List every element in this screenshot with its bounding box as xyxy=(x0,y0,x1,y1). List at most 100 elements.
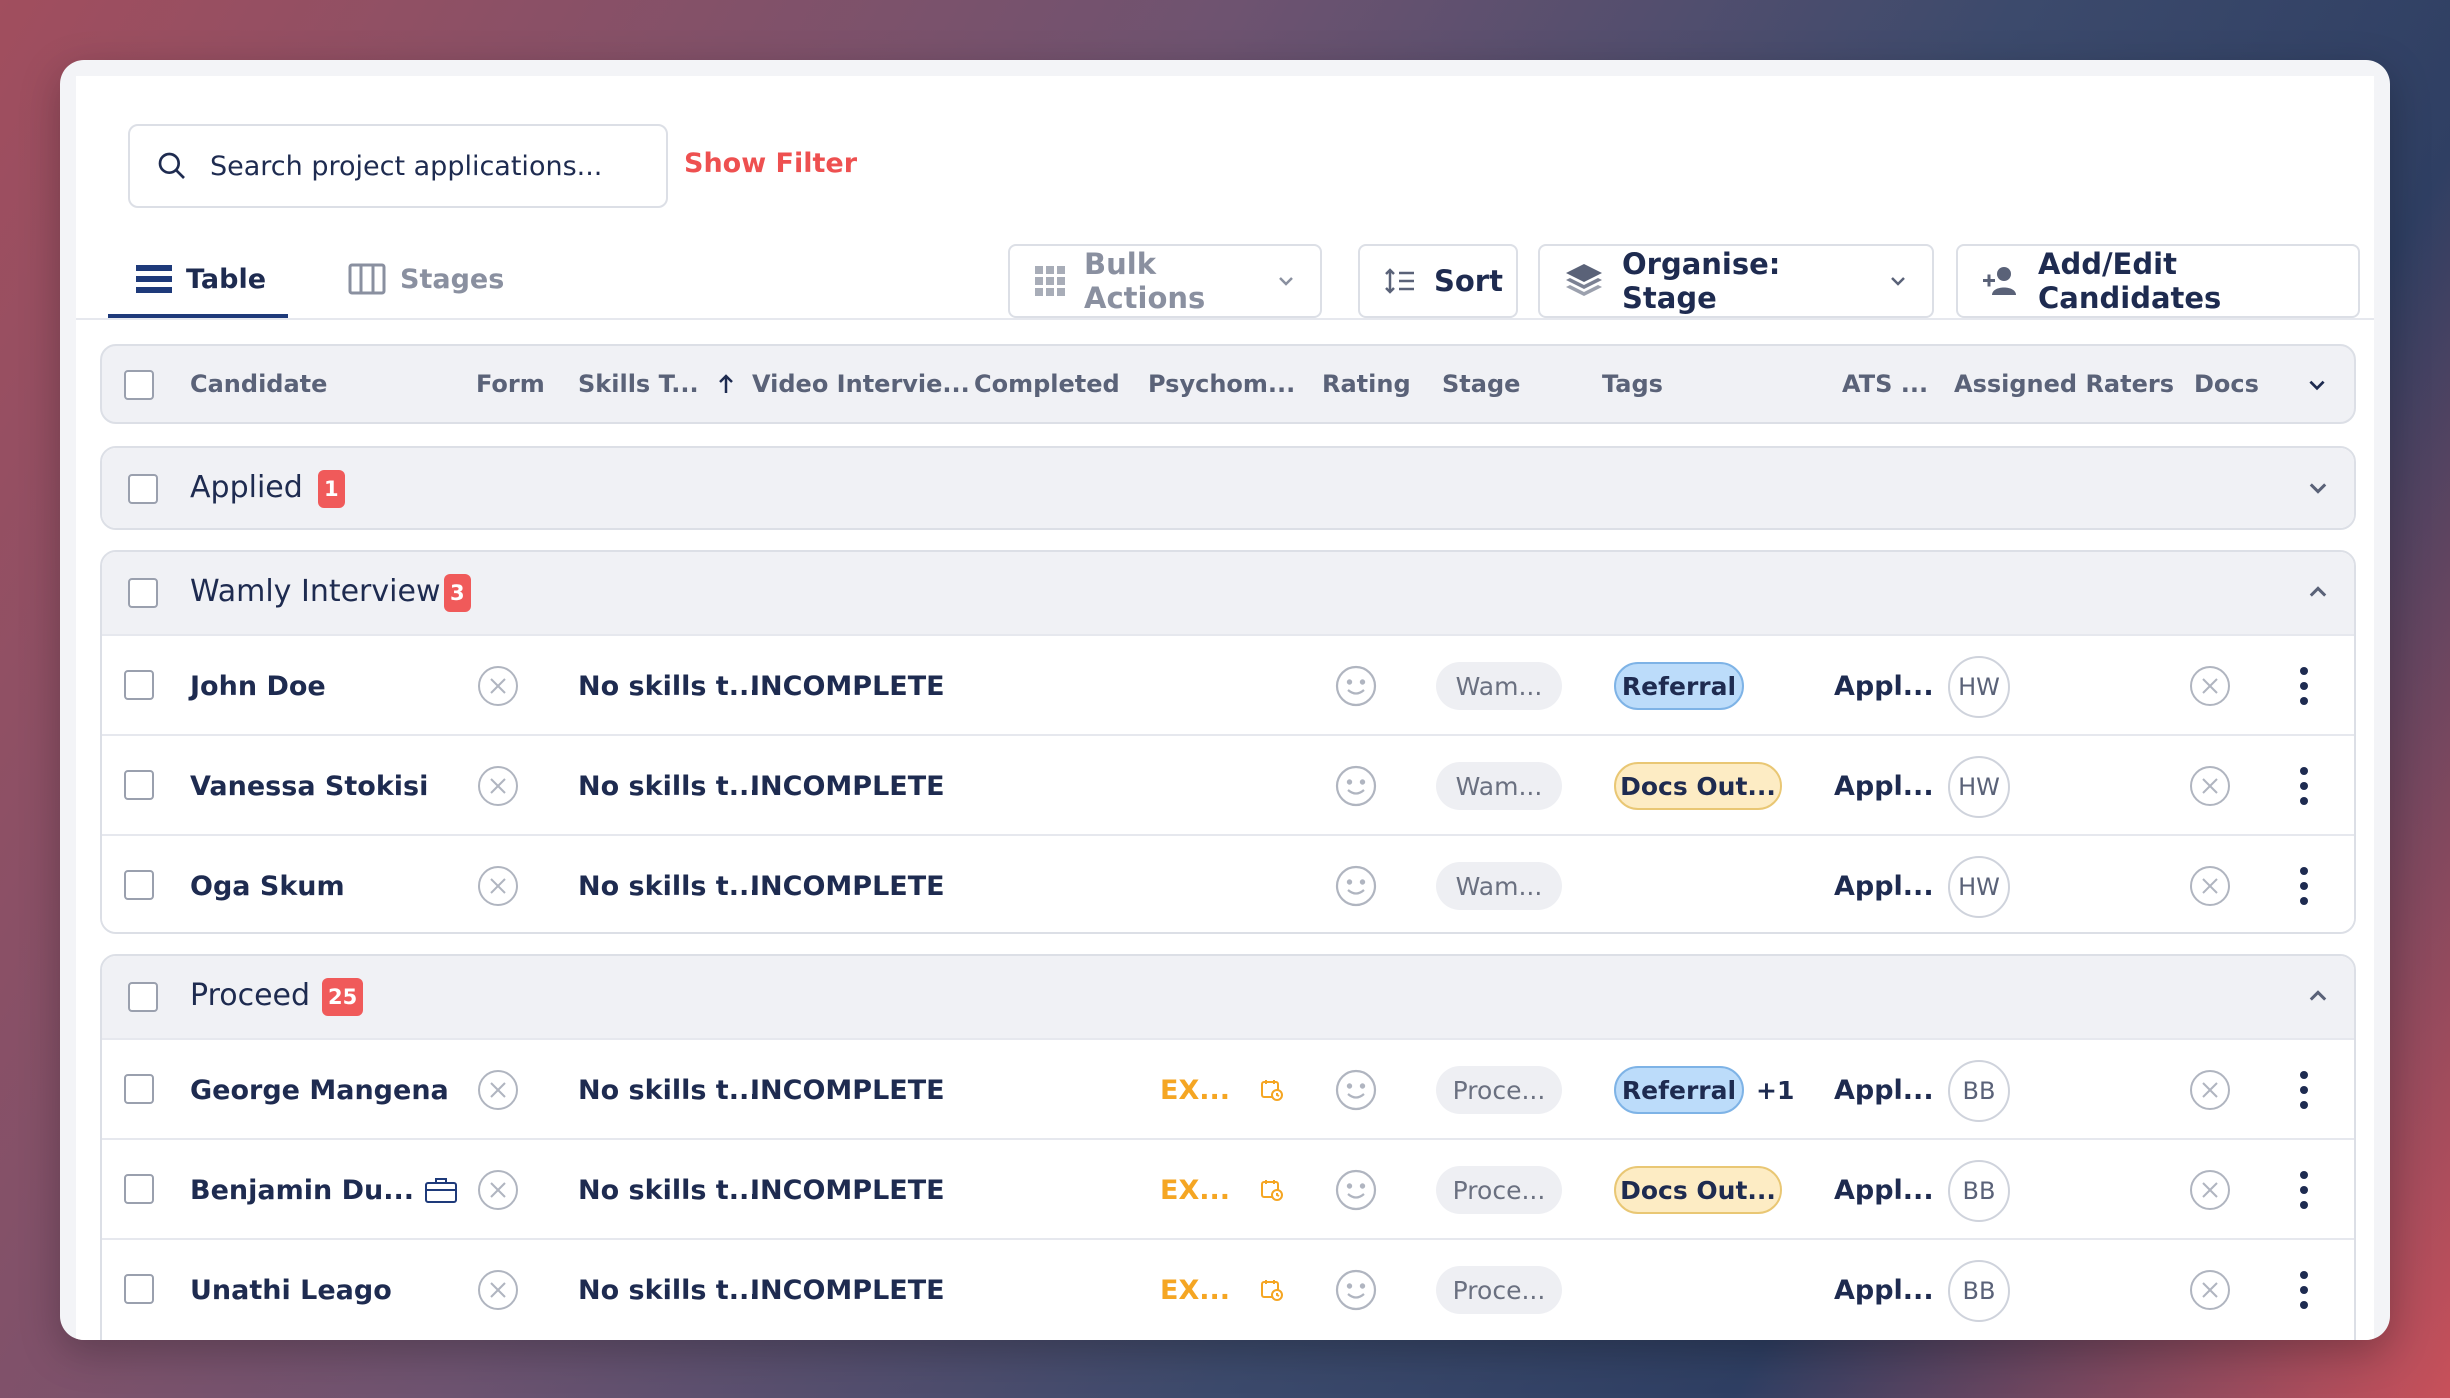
col-skills[interactable]: Skills T... xyxy=(578,346,735,422)
organise-stage-dropdown[interactable]: Organise: Stage xyxy=(1538,244,1934,318)
select-all-checkbox[interactable] xyxy=(124,370,154,400)
candidate-name[interactable]: Unathi Leago xyxy=(190,1240,392,1340)
tag-pill[interactable]: Referral xyxy=(1614,662,1744,710)
col-stage[interactable]: Stage xyxy=(1442,346,1520,422)
col-video[interactable]: Video Intervie... xyxy=(752,346,970,422)
ats-value: Appl... xyxy=(1834,670,1934,702)
rater-avatar[interactable]: BB xyxy=(1948,1060,2010,1122)
grid-icon xyxy=(1035,266,1065,296)
group-checkbox[interactable] xyxy=(128,982,158,1012)
tag-pill[interactable]: Docs Out... xyxy=(1614,762,1782,810)
chevron-down-icon xyxy=(1891,277,1905,286)
tag-pill[interactable]: Referral xyxy=(1614,1066,1744,1114)
row-checkbox[interactable] xyxy=(124,1274,154,1304)
skills-test-value: No skills t... xyxy=(578,1174,760,1206)
video-interview-status: INCOMPLETE xyxy=(750,870,945,902)
chevron-down-icon[interactable] xyxy=(2306,476,2330,500)
stage-pill[interactable]: Proce... xyxy=(1436,1166,1562,1214)
candidate-name[interactable]: John Doe xyxy=(190,636,326,736)
rater-avatar[interactable]: BB xyxy=(1948,1160,2010,1222)
table-row[interactable]: Vanessa Stokisi No skills t... INCOMPLET… xyxy=(102,734,2354,834)
rater-avatar[interactable]: BB xyxy=(1948,1260,2010,1322)
table-row[interactable]: Oga Skum No skills t... INCOMPLETE Wam..… xyxy=(102,834,2354,932)
search-box[interactable] xyxy=(128,124,668,208)
more-vertical-icon[interactable] xyxy=(2298,666,2310,706)
x-circle-icon xyxy=(2190,766,2230,806)
search-input[interactable] xyxy=(210,150,610,182)
group-checkbox[interactable] xyxy=(128,474,158,504)
smiley-icon[interactable] xyxy=(1334,764,1378,808)
stage-pill[interactable]: Proce... xyxy=(1436,1266,1562,1314)
tag-pill[interactable]: Docs Out... xyxy=(1614,1166,1782,1214)
skills-test-value: No skills t... xyxy=(578,770,760,802)
calendar-clock-icon[interactable] xyxy=(1260,1178,1284,1202)
more-vertical-icon[interactable] xyxy=(2298,1070,2310,1110)
group-header[interactable]: Proceed 25 xyxy=(102,956,2354,1038)
smiley-icon[interactable] xyxy=(1334,1068,1378,1112)
calendar-clock-icon[interactable] xyxy=(1260,1078,1284,1102)
col-form[interactable]: Form xyxy=(476,346,545,422)
stage-pill[interactable]: Wam... xyxy=(1436,662,1562,710)
count-badge: 3 xyxy=(444,574,471,612)
list-icon xyxy=(136,265,172,293)
col-candidate[interactable]: Candidate xyxy=(190,346,327,422)
candidate-name[interactable]: Benjamin Du... xyxy=(190,1140,414,1240)
col-psychom[interactable]: Psychom... xyxy=(1148,346,1295,422)
group-header[interactable]: Applied 1 xyxy=(102,448,2354,528)
rater-avatar[interactable]: HW xyxy=(1948,756,2010,818)
sort-button[interactable]: Sort xyxy=(1358,244,1518,318)
organise-label: Organise: Stage xyxy=(1622,247,1781,315)
show-filter-link[interactable]: Show Filter xyxy=(684,148,857,179)
row-checkbox[interactable] xyxy=(124,770,154,800)
candidate-name[interactable]: Oga Skum xyxy=(190,836,345,932)
count-badge: 25 xyxy=(322,978,364,1016)
candidate-name[interactable]: Vanessa Stokisi xyxy=(190,736,428,836)
col-assigned-raters[interactable]: Assigned Raters xyxy=(1954,346,2174,422)
row-checkbox[interactable] xyxy=(124,670,154,700)
stage-pill[interactable]: Proce... xyxy=(1436,1066,1562,1114)
more-vertical-icon[interactable] xyxy=(2298,866,2310,906)
col-tags[interactable]: Tags xyxy=(1602,346,1663,422)
psychometric-status: EX... xyxy=(1160,1274,1231,1306)
more-vertical-icon[interactable] xyxy=(2298,1270,2310,1310)
col-ats[interactable]: ATS ... xyxy=(1842,346,1928,422)
group-checkbox[interactable] xyxy=(128,578,158,608)
smiley-icon[interactable] xyxy=(1334,664,1378,708)
table-row[interactable]: Benjamin Du... No skills t... INCOMPLETE… xyxy=(102,1138,2354,1238)
smiley-icon[interactable] xyxy=(1334,864,1378,908)
stage-pill[interactable]: Wam... xyxy=(1436,762,1562,810)
table-row[interactable]: Unathi Leago No skills t... INCOMPLETE E… xyxy=(102,1238,2354,1338)
smiley-icon[interactable] xyxy=(1334,1268,1378,1312)
group-header[interactable]: Wamly Interview 3 xyxy=(102,552,2354,634)
more-tags-count[interactable]: +1 xyxy=(1756,1066,1794,1114)
chevron-down-icon[interactable] xyxy=(2306,374,2328,396)
col-rating[interactable]: Rating xyxy=(1322,346,1411,422)
ats-value: Appl... xyxy=(1834,1174,1934,1206)
skills-test-value: No skills t... xyxy=(578,1274,760,1306)
more-vertical-icon[interactable] xyxy=(2298,766,2310,806)
col-docs[interactable]: Docs xyxy=(2194,346,2259,422)
stage-pill[interactable]: Wam... xyxy=(1436,862,1562,910)
chevron-up-icon[interactable] xyxy=(2306,580,2330,604)
table-row[interactable]: John Doe No skills t... INCOMPLETE Wam..… xyxy=(102,634,2354,734)
psychometric-status: EX... xyxy=(1160,1074,1231,1106)
calendar-clock-icon[interactable] xyxy=(1260,1278,1284,1302)
row-checkbox[interactable] xyxy=(124,1174,154,1204)
row-checkbox[interactable] xyxy=(124,1074,154,1104)
rater-avatar[interactable]: HW xyxy=(1948,656,2010,718)
tab-table[interactable]: Table xyxy=(136,244,266,314)
skills-test-value: No skills t... xyxy=(578,1074,760,1106)
add-edit-candidates-button[interactable]: Add/Edit Candidates xyxy=(1956,244,2360,318)
smiley-icon[interactable] xyxy=(1334,1168,1378,1212)
more-vertical-icon[interactable] xyxy=(2298,1170,2310,1210)
col-completed[interactable]: Completed xyxy=(974,346,1120,422)
table-row[interactable]: George Mangena No skills t... INCOMPLETE… xyxy=(102,1038,2354,1138)
row-checkbox[interactable] xyxy=(124,870,154,900)
chevron-up-icon[interactable] xyxy=(2306,984,2330,1008)
bulk-actions-button[interactable]: Bulk Actions xyxy=(1008,244,1322,318)
tab-stages[interactable]: Stages xyxy=(348,244,504,314)
table-header-row: Candidate Form Skills T... Video Intervi… xyxy=(100,344,2356,424)
psychometric-status: EX... xyxy=(1160,1174,1231,1206)
rater-avatar[interactable]: HW xyxy=(1948,856,2010,918)
candidate-name[interactable]: George Mangena xyxy=(190,1040,449,1140)
